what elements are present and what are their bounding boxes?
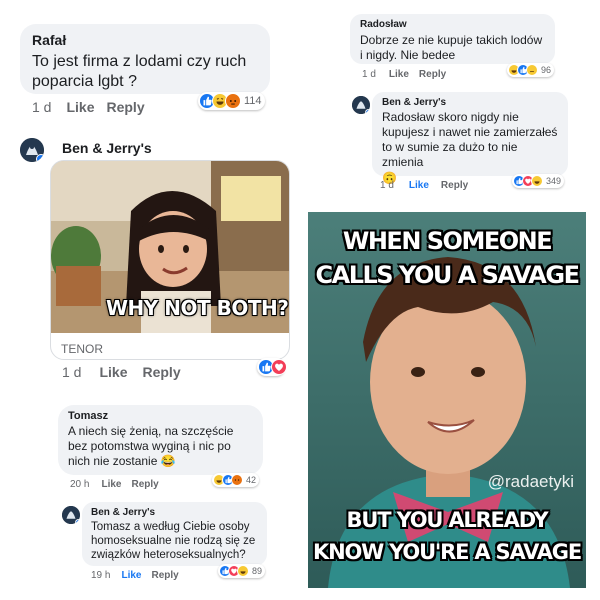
reaction-count: 42 — [246, 475, 257, 485]
comment-author[interactable]: Ben & Jerry's — [382, 97, 558, 108]
comment-author[interactable]: Radosław — [360, 19, 545, 30]
comment-bubble-brand: Ben & Jerry's Radosław skoro nigdy nie k… — [372, 92, 568, 185]
comment-bubble-brand: Ben & Jerry's Tomasz a według Ciebie oso… — [82, 502, 267, 566]
comment-bubble-tomasz: Tomasz A niech się żenią, na szczęście b… — [58, 405, 263, 475]
comment-time[interactable]: 1 d — [380, 180, 394, 191]
comment-author[interactable]: Tomasz — [68, 410, 253, 422]
laugh-reaction-icon — [526, 64, 538, 76]
like-button[interactable]: Like — [409, 180, 429, 191]
meme-bottom-text: BUT YOU ALREADY KNOW YOU'RE A SAVAGE — [313, 508, 582, 564]
reply-button[interactable]: Reply — [106, 99, 144, 115]
reaction-summary[interactable]: 96 — [507, 63, 555, 77]
avatar[interactable] — [352, 96, 370, 114]
comment-time[interactable]: 1 d — [62, 364, 81, 380]
comment-author[interactable]: Ben & Jerry's — [62, 140, 152, 156]
laugh-reaction-icon — [531, 175, 543, 187]
verified-badge-icon — [36, 154, 44, 162]
meme-top-text: WHEN SOMEONE CALLS YOU A SAVAGE — [315, 227, 580, 289]
comment-bubble-rafal: Rafał To jest firma z lodami czy ruch po… — [20, 24, 270, 94]
reaction-summary[interactable] — [257, 358, 287, 376]
comment-text: A niech się żenią, na szczęście bez poto… — [68, 424, 234, 468]
comment-actions: 1 d Like Reply — [32, 99, 145, 115]
verified-badge-icon — [365, 109, 370, 114]
laugh-reaction-icon — [237, 565, 249, 577]
comment-author[interactable]: Rafał — [32, 32, 258, 48]
comment-actions: 1 d Like Reply — [380, 180, 468, 191]
reaction-summary[interactable]: 114 — [198, 92, 265, 110]
comment-text: Dobrze ze nie kupuje takich lodów i nigd… — [360, 33, 543, 62]
gif-image[interactable]: WHY NOT BOTH? — [51, 161, 289, 333]
comment-time[interactable]: 1 d — [362, 69, 376, 80]
reaction-count: 89 — [252, 566, 263, 576]
comment-actions: 1 d Like Reply — [62, 364, 181, 380]
meme-watermark: @radaetyki — [487, 472, 574, 491]
like-button[interactable]: Like — [121, 570, 141, 581]
like-button[interactable]: Like — [99, 364, 127, 380]
reaction-summary[interactable]: 42 — [212, 473, 260, 487]
gif-source-label: TENOR — [61, 342, 103, 356]
comment-time[interactable]: 19 h — [91, 570, 110, 581]
comment-bubble-radoslaw: Radosław Dobrze ze nie kupuje takich lod… — [350, 14, 555, 64]
verified-badge-icon — [75, 519, 80, 524]
reply-button[interactable]: Reply — [151, 570, 178, 581]
angry-reaction-icon — [225, 93, 241, 109]
gif-caption: WHY NOT BOTH? — [106, 296, 289, 320]
comment-actions: 1 d Like Reply — [362, 69, 446, 80]
gif-card[interactable]: WHY NOT BOTH? TENOR — [50, 160, 290, 360]
reply-button[interactable]: Reply — [131, 479, 158, 490]
reply-button[interactable]: Reply — [441, 180, 468, 191]
like-button[interactable]: Like — [101, 479, 121, 490]
comment-time[interactable]: 20 h — [70, 479, 89, 490]
comment-text: Tomasz a według Ciebie osoby homoseksual… — [91, 521, 256, 561]
angry-reaction-icon — [231, 474, 243, 486]
reaction-count: 114 — [244, 95, 262, 107]
reaction-count: 349 — [546, 176, 562, 186]
reply-button[interactable]: Reply — [142, 364, 180, 380]
reaction-count: 96 — [541, 65, 552, 75]
avatar[interactable] — [62, 506, 80, 524]
avatar[interactable] — [20, 138, 44, 162]
comment-actions: 20 h Like Reply — [70, 479, 159, 490]
comment-time[interactable]: 1 d — [32, 99, 51, 115]
reaction-summary[interactable]: 89 — [218, 564, 266, 578]
love-reaction-icon — [271, 359, 287, 375]
comment-text: Radosław skoro nigdy nie kupujesz i nawe… — [382, 110, 558, 169]
like-button[interactable]: Like — [66, 99, 94, 115]
comment-actions: 19 h Like Reply — [91, 570, 179, 581]
comment-author[interactable]: Ben & Jerry's — [91, 507, 258, 518]
reply-button[interactable]: Reply — [419, 69, 446, 80]
comment-text: To jest firma z lodami czy ruch poparcia… — [32, 53, 247, 90]
meme-image: WHEN SOMEONE CALLS YOU A SAVAGE @radaety… — [308, 212, 586, 588]
reaction-summary[interactable]: 349 — [512, 174, 565, 188]
like-button[interactable]: Like — [389, 69, 409, 80]
